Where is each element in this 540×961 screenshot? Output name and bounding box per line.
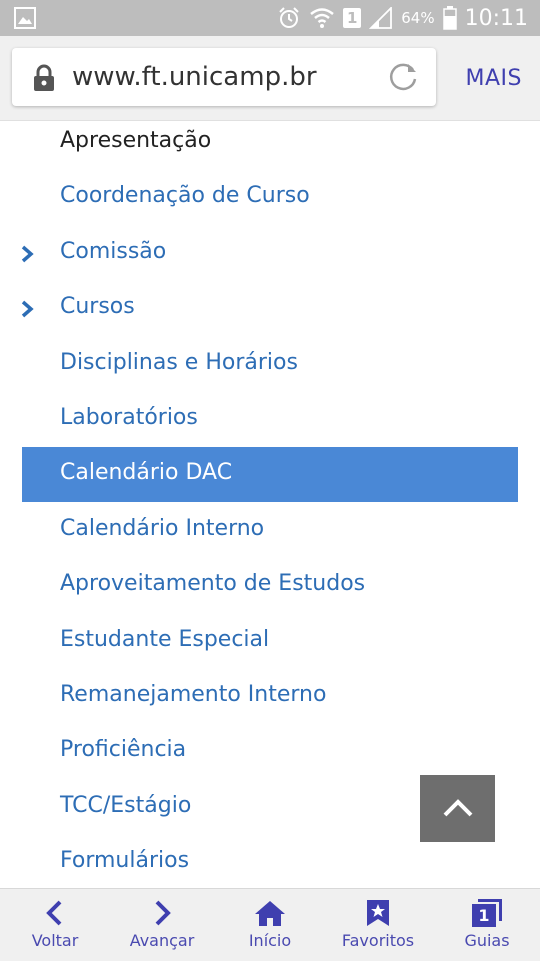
browser-toolbar: www.ft.unicamp.br MAIS (0, 36, 540, 121)
forward-button[interactable]: Avançar (122, 889, 202, 961)
menu-item[interactable]: Estudante Especial (22, 614, 518, 669)
image-icon (14, 7, 36, 29)
scroll-to-top-button[interactable] (420, 775, 495, 842)
menu-item[interactable]: Comissão (20, 226, 518, 281)
menu-item[interactable]: Remanejamento Interno (22, 669, 518, 724)
menu-item[interactable]: Disciplinas e Horários (22, 337, 518, 392)
menu-item-label: Aproveitamento de Estudos (60, 571, 366, 597)
home-label: Início (248, 931, 292, 950)
status-bar: 1 64% 10:11 (0, 0, 540, 36)
home-icon (255, 901, 285, 926)
menu-item-label: Comissão (60, 238, 167, 264)
favorites-label: Favoritos (341, 931, 415, 950)
menu-item[interactable]: Proficiência (22, 724, 518, 779)
back-button[interactable]: Voltar (20, 889, 90, 961)
tabs-label: Guias (464, 931, 510, 950)
menu-item-label: Apresentação (60, 128, 212, 153)
bottom-toolbar: Voltar Avançar Início Favoritos 1 Guias (0, 888, 540, 961)
tabs-button[interactable]: 1 Guias (456, 889, 518, 961)
menu-item[interactable]: Calendário Interno (22, 503, 518, 558)
sim-icon: 1 (343, 8, 362, 28)
tab-count: 1 (472, 904, 496, 927)
menu-item[interactable]: Cursos (20, 281, 518, 336)
battery-percent: 64% (401, 9, 435, 27)
menu-item[interactable]: Formulários (22, 835, 518, 890)
chevron-up-icon (443, 799, 473, 817)
favorites-button[interactable]: Favoritos (333, 889, 423, 961)
clock: 10:11 (464, 5, 528, 31)
menu-item-label: TCC/Estágio (60, 792, 192, 818)
chevron-right-icon[interactable] (20, 299, 34, 319)
chevron-left-icon (46, 900, 62, 926)
chevron-right-icon (155, 900, 171, 926)
menu-item-label: Formulários (60, 848, 190, 874)
menu-item-label: Estudante Especial (60, 626, 270, 652)
back-label: Voltar (31, 931, 79, 950)
chevron-right-icon[interactable] (20, 244, 34, 264)
battery-icon (442, 6, 457, 30)
menu-item-label: Disciplinas e Horários (60, 349, 298, 375)
lock-icon (34, 64, 54, 91)
menu-item[interactable]: Calendário DAC (22, 447, 518, 503)
menu-item[interactable]: Laboratórios (22, 392, 518, 447)
reload-icon[interactable] (386, 60, 420, 94)
address-bar[interactable]: www.ft.unicamp.br (12, 48, 436, 106)
menu-item-label: Remanejamento Interno (60, 682, 327, 707)
signal-icon (369, 7, 393, 29)
alarm-icon (279, 7, 299, 28)
forward-label: Avançar (129, 931, 195, 950)
menu-item-label: Coordenação de Curso (60, 183, 310, 209)
menu-item-label: Calendário DAC (60, 460, 233, 486)
menu-item-label: Calendário Interno (60, 515, 265, 541)
menu-item[interactable]: Coordenação de Curso (22, 170, 518, 225)
menu-item-label: Proficiência (60, 737, 187, 763)
home-button[interactable]: Início (238, 889, 302, 961)
menu-item-label: Laboratórios (60, 405, 198, 430)
wifi-icon (310, 8, 335, 28)
menu-item-label: Cursos (60, 294, 135, 320)
menu-item[interactable]: Aproveitamento de Estudos (22, 558, 518, 613)
more-button[interactable]: MAIS (466, 66, 522, 91)
menu-item[interactable]: Apresentação (22, 115, 518, 170)
bookmark-star-icon (367, 900, 389, 926)
url-text[interactable]: www.ft.unicamp.br (72, 62, 317, 92)
tabs-icon: 1 (472, 899, 502, 927)
